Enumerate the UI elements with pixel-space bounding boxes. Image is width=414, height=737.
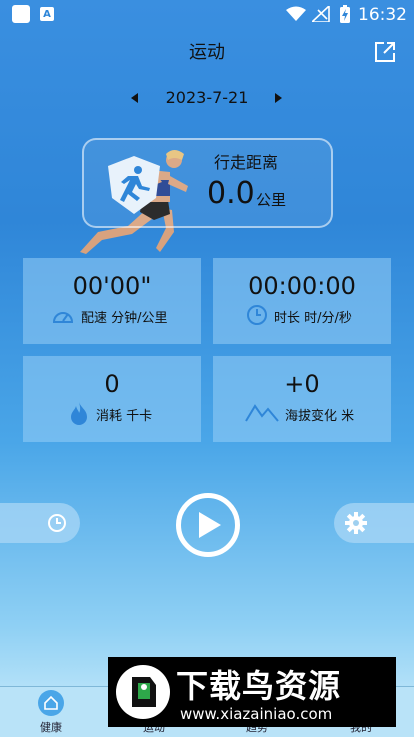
watermark-url: www.xiazainiao.com [180, 705, 333, 723]
calorie-card: 0 消耗 千卡 [23, 356, 201, 442]
play-icon [199, 512, 221, 538]
watermark-banner: 下载鸟资源 www.xiazainiao.com [108, 657, 396, 727]
flame-icon [71, 402, 87, 425]
status-bar: A 16:32 [0, 0, 414, 30]
pace-label: 配速 分钟/公里 [81, 311, 168, 326]
mountain-icon [245, 404, 279, 422]
altitude-value: +0 [284, 370, 320, 398]
current-date[interactable]: 2023-7-21 [150, 86, 264, 110]
clock-icon [48, 514, 66, 532]
status-time: 16:32 [358, 5, 407, 25]
distance-card: 行走距离 0.0 公里 [82, 138, 333, 228]
distance-value: 0.0 [207, 176, 255, 211]
notification-square-icon [12, 5, 30, 23]
watermark-title: 下载鸟资源 [176, 667, 342, 705]
no-signal-icon [312, 6, 330, 22]
nav-item-health[interactable]: 健康 [16, 687, 86, 737]
date-selector: 2023-7-21 [0, 86, 414, 110]
settings-button[interactable] [334, 503, 414, 543]
clock-icon [247, 305, 267, 325]
watermark-logo-icon [116, 665, 170, 719]
duration-card: 00:00:00 时长 时/分/秒 [213, 258, 391, 344]
distance-unit: 公里 [256, 191, 287, 209]
calorie-label: 消耗 千卡 [96, 409, 153, 424]
share-icon[interactable] [373, 40, 397, 64]
gear-icon [345, 512, 367, 534]
altitude-label: 海拔变化 米 [285, 409, 355, 424]
next-date-arrow-icon[interactable] [275, 93, 282, 103]
speedometer-icon [52, 312, 74, 323]
pace-card: 00'00" 配速 分钟/公里 [23, 258, 201, 344]
duration-value: 00:00:00 [248, 272, 356, 300]
altitude-card: +0 海拔变化 米 [213, 356, 391, 442]
duration-label: 时长 时/分/秒 [274, 311, 352, 326]
pace-value: 00'00" [72, 272, 152, 300]
history-button[interactable] [0, 503, 80, 543]
start-button[interactable] [176, 493, 240, 557]
shield-runner-icon [108, 156, 160, 214]
app-notification-icon: A [40, 7, 54, 21]
page-title: 运动 [189, 42, 225, 63]
wifi-icon [286, 6, 306, 21]
distance-label: 行走距离 [214, 153, 279, 172]
calorie-value: 0 [104, 370, 120, 398]
prev-date-arrow-icon[interactable] [131, 93, 138, 103]
nav-label-health: 健康 [40, 721, 62, 734]
battery-charging-icon [340, 5, 350, 23]
home-icon [38, 690, 64, 716]
